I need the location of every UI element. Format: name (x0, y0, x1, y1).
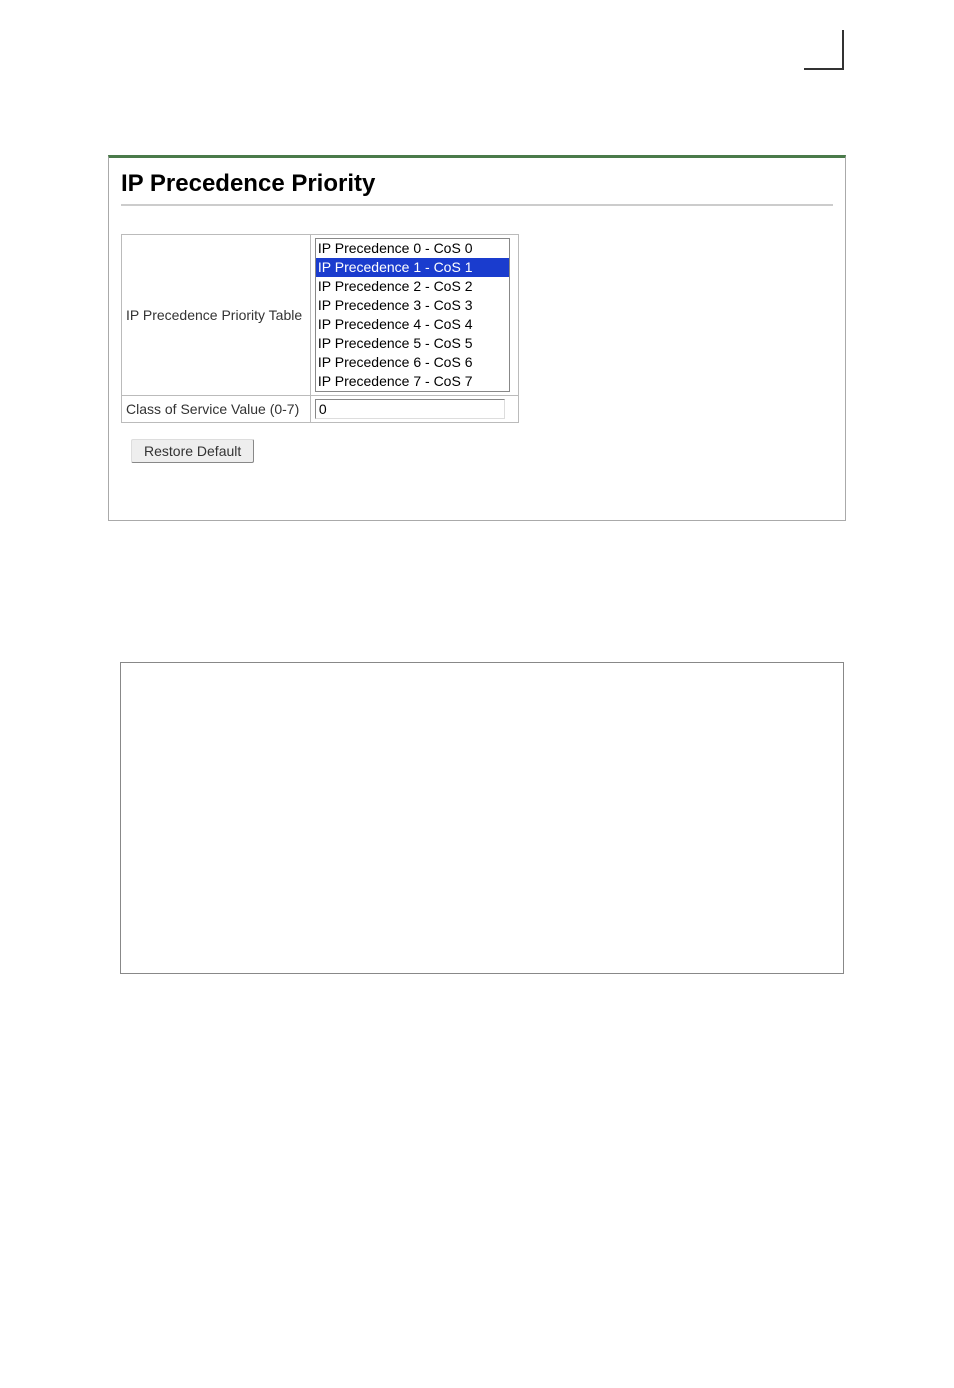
listbox-option[interactable]: IP Precedence 5 - CoS 5 (316, 334, 509, 353)
listbox-option[interactable]: IP Precedence 2 - CoS 2 (316, 277, 509, 296)
cos-value-label: Class of Service Value (0-7) (122, 396, 311, 423)
listbox-option[interactable]: IP Precedence 3 - CoS 3 (316, 296, 509, 315)
page-title: IP Precedence Priority (121, 170, 833, 206)
listbox-option[interactable]: IP Precedence 1 - CoS 1 (316, 258, 509, 277)
crop-mark (804, 30, 844, 70)
config-table: IP Precedence Priority Table IP Preceden… (121, 234, 519, 423)
listbox-option[interactable]: IP Precedence 6 - CoS 6 (316, 353, 509, 372)
priority-table-cell: IP Precedence 0 - CoS 0IP Precedence 1 -… (310, 235, 518, 396)
ip-precedence-listbox[interactable]: IP Precedence 0 - CoS 0IP Precedence 1 -… (315, 238, 510, 392)
button-row: Restore Default (131, 439, 833, 463)
restore-default-button[interactable]: Restore Default (131, 439, 254, 463)
cos-value-input[interactable] (315, 399, 505, 419)
priority-table-row: IP Precedence Priority Table IP Preceden… (122, 235, 519, 396)
listbox-option[interactable]: IP Precedence 7 - CoS 7 (316, 372, 509, 391)
priority-table-label: IP Precedence Priority Table (122, 235, 311, 396)
cos-value-row: Class of Service Value (0-7) (122, 396, 519, 423)
empty-content-box (120, 662, 844, 974)
ip-precedence-panel: IP Precedence Priority IP Precedence Pri… (108, 155, 846, 521)
cos-value-cell (310, 396, 518, 423)
listbox-option[interactable]: IP Precedence 0 - CoS 0 (316, 239, 509, 258)
listbox-option[interactable]: IP Precedence 4 - CoS 4 (316, 315, 509, 334)
